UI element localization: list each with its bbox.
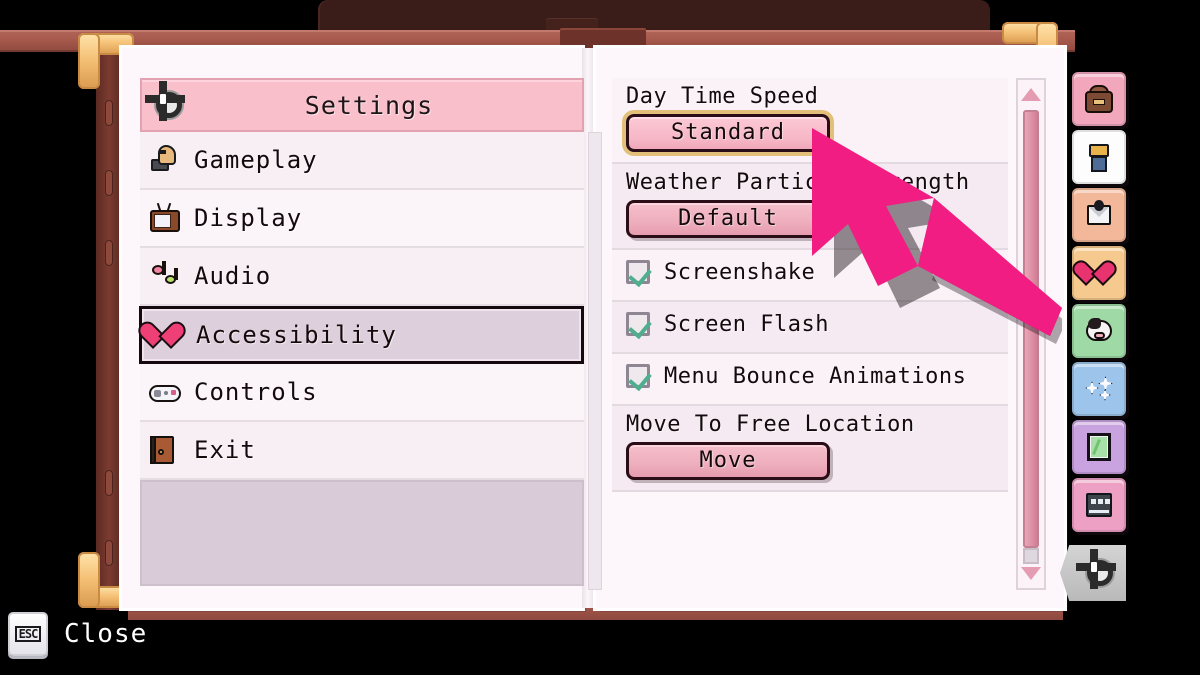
setting-row-screen-flash[interactable]: Screen Flash	[612, 302, 1008, 354]
settings-scrollbar[interactable]	[1016, 78, 1046, 590]
sidebar-item-display[interactable]: Display	[140, 190, 584, 248]
tab-skills[interactable]	[1072, 362, 1126, 416]
sidebar-item-label: Audio	[194, 262, 272, 290]
music-note-icon	[148, 259, 182, 293]
sidebar-item-gameplay[interactable]: Gameplay	[140, 132, 584, 190]
sidebar-item-label: Accessibility	[196, 321, 397, 349]
sidebar-item-label: Gameplay	[194, 146, 318, 174]
door-icon	[148, 433, 182, 467]
sparkle-icon	[1083, 373, 1115, 405]
page-title: Settings	[304, 90, 434, 120]
tab-wardrobe[interactable]	[1072, 130, 1126, 184]
scrollbar-thumb-cap	[1023, 548, 1039, 564]
sidebar-item-controls[interactable]: Controls	[140, 364, 584, 422]
setting-label: Screen Flash	[664, 311, 829, 337]
shirt-icon	[1083, 141, 1115, 173]
menu-bounce-animations-checkbox[interactable]	[626, 364, 650, 388]
sidebar-item-exit[interactable]: Exit	[140, 422, 584, 480]
sidebar-item-label: Controls	[194, 378, 318, 406]
gamepad-icon	[148, 375, 182, 409]
tab-animals[interactable]	[1072, 304, 1126, 358]
day-time-speed-value-button[interactable]: Standard	[626, 114, 830, 152]
game-screen: Settings Gameplay Display Audio Accessib…	[0, 0, 1200, 675]
sidebar-item-audio[interactable]: Audio	[140, 248, 584, 306]
settings-menu-header: Settings	[140, 78, 584, 132]
setting-row-move-to-free-location: Move To Free Location Move	[612, 406, 1008, 492]
sidebar-item-accessibility[interactable]: Accessibility	[139, 306, 584, 364]
journal-icon	[1083, 489, 1115, 521]
footer-hint: ESC Close	[8, 612, 147, 656]
weather-particle-strength-value-button[interactable]: Default	[626, 200, 830, 238]
menu-scroll-rail[interactable]	[588, 132, 602, 590]
scrollbar-thumb[interactable]	[1023, 110, 1039, 548]
television-icon	[148, 201, 182, 235]
esc-key-label: ESC	[14, 626, 42, 642]
tab-inventory[interactable]	[1072, 72, 1126, 126]
scroll-down-arrow-icon[interactable]	[1021, 567, 1041, 580]
setting-label: Screenshake	[664, 259, 816, 285]
letter-icon	[1083, 199, 1115, 231]
close-action-label: Close	[64, 619, 148, 649]
book-spine-left	[96, 40, 122, 610]
setting-label: Weather Particle Strength	[626, 170, 970, 195]
setting-label: Move To Free Location	[626, 412, 915, 437]
tab-settings[interactable]	[1060, 545, 1126, 601]
setting-label: Day Time Speed	[626, 84, 819, 109]
heart-icon	[150, 318, 184, 352]
tab-mail[interactable]	[1072, 188, 1126, 242]
sidebar-item-label: Display	[194, 204, 303, 232]
screen-flash-checkbox[interactable]	[626, 312, 650, 336]
backpack-icon	[1083, 83, 1115, 115]
scroll-up-arrow-icon[interactable]	[1021, 88, 1041, 101]
settings-options-list: Day Time Speed Standard Weather Particle…	[612, 78, 1008, 590]
settings-menu: Settings Gameplay Display Audio Accessib…	[139, 78, 602, 590]
setting-row-day-time-speed: Day Time Speed Standard	[612, 78, 1008, 164]
gear-icon	[1083, 556, 1117, 590]
esc-key-icon[interactable]: ESC	[8, 612, 48, 656]
setting-label: Menu Bounce Animations	[664, 363, 967, 389]
map-icon	[1083, 431, 1115, 463]
tab-journal[interactable]	[1072, 478, 1126, 532]
setting-row-screenshake[interactable]: Screenshake	[612, 250, 1008, 302]
heart-icon	[1083, 257, 1115, 289]
setting-row-weather-particle-strength: Weather Particle Strength Default	[612, 164, 1008, 250]
move-to-free-location-button[interactable]: Move	[626, 442, 830, 480]
side-tab-column	[1072, 72, 1128, 536]
tab-map[interactable]	[1072, 420, 1126, 474]
menu-empty-area	[140, 480, 584, 586]
cow-icon	[1083, 315, 1115, 347]
chess-knight-icon	[148, 143, 182, 177]
sidebar-item-label: Exit	[194, 436, 256, 464]
setting-row-menu-bounce-animations[interactable]: Menu Bounce Animations	[612, 354, 1008, 406]
tab-relationships[interactable]	[1072, 246, 1126, 300]
gear-icon	[152, 88, 186, 122]
screenshake-checkbox[interactable]	[626, 260, 650, 284]
